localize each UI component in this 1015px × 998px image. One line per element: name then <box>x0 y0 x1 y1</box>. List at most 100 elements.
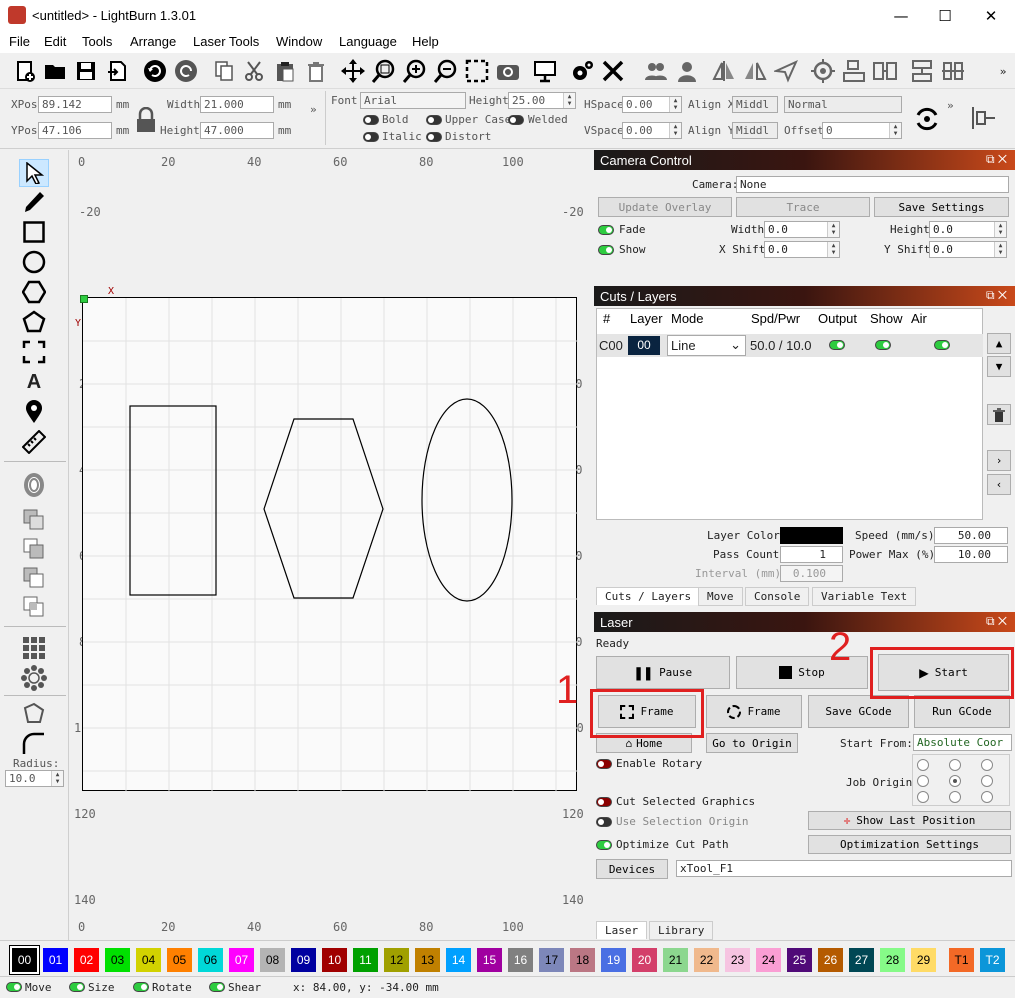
save-settings-button[interactable]: Save Settings <box>874 197 1009 217</box>
text-mode-select[interactable]: Normal <box>784 96 902 113</box>
palette-swatch-t1[interactable]: T1 <box>949 948 974 972</box>
vspace-input[interactable]: 0.00 ▲ ▼ <box>622 122 682 139</box>
palette-swatch-26[interactable]: 26 <box>818 948 843 972</box>
origin-radio[interactable] <box>981 775 993 787</box>
update-overlay-button[interactable]: Update Overlay <box>598 197 732 217</box>
tab-console[interactable]: Console <box>745 587 810 606</box>
delete-icon[interactable] <box>303 57 329 85</box>
corner-radius-icon[interactable] <box>19 730 49 758</box>
origin-radio[interactable] <box>917 775 929 787</box>
user-icon[interactable] <box>674 57 700 85</box>
uppercase-toggle[interactable] <box>426 115 442 125</box>
frame-select-icon[interactable] <box>19 338 49 366</box>
run-gcode-button[interactable]: Run GCode <box>914 695 1010 728</box>
circular-array-icon[interactable] <box>19 664 49 692</box>
show-last-position-button[interactable]: ✛ Show Last Position <box>808 811 1011 830</box>
zoom-frame-icon[interactable] <box>464 57 490 85</box>
tab-laser[interactable]: Laser <box>596 921 648 939</box>
cam-yshift-input[interactable]: 0.0 ▲ ▼ <box>929 241 1007 258</box>
text-tool-icon[interactable]: A <box>19 368 49 396</box>
palette-swatch-24[interactable]: 24 <box>756 948 781 972</box>
tab-cuts-layers[interactable]: Cuts / Layers <box>596 587 701 605</box>
laser-bed[interactable]: X Y <box>75 286 578 792</box>
use-selection-origin-toggle[interactable] <box>596 817 612 827</box>
optimization-settings-button[interactable]: Optimization Settings <box>808 835 1011 854</box>
origin-radio[interactable] <box>949 791 961 803</box>
palette-swatch-22[interactable]: 22 <box>694 948 719 972</box>
size-toggle[interactable] <box>69 982 85 992</box>
cut-selected-toggle[interactable] <box>596 797 612 807</box>
palette-swatch-25[interactable]: 25 <box>787 948 812 972</box>
mirror-horizontal-icon[interactable] <box>711 57 737 85</box>
cam-height-input[interactable]: 0.0 ▲ ▼ <box>929 221 1007 238</box>
palette-swatch-20[interactable]: 20 <box>632 948 657 972</box>
palette-swatch-11[interactable]: 11 <box>353 948 378 972</box>
monitor-icon[interactable] <box>532 57 558 85</box>
start-from-select[interactable]: Absolute Coor <box>913 734 1012 751</box>
lock-icon[interactable] <box>135 106 157 133</box>
cam-width-input[interactable]: 0.0 ▲ ▼ <box>764 221 840 238</box>
menu-language[interactable]: Language <box>339 34 397 49</box>
toolbar-more-icon[interactable]: » <box>995 57 1011 85</box>
origin-radio[interactable] <box>917 759 929 771</box>
expand-right-icon[interactable]: › <box>987 450 1011 471</box>
mode-select[interactable]: Line ⌄ <box>667 335 746 356</box>
distribute-icon[interactable] <box>909 57 935 85</box>
palette-swatch-18[interactable]: 18 <box>570 948 595 972</box>
bold-toggle[interactable] <box>363 115 379 125</box>
menu-arrange[interactable]: Arrange <box>130 34 176 49</box>
grid-array-icon[interactable] <box>19 634 49 662</box>
welded-toggle[interactable] <box>508 115 524 125</box>
camera-icon[interactable] <box>495 57 521 85</box>
import-icon[interactable] <box>104 57 130 85</box>
pass-count-input[interactable]: 1 <box>780 546 843 563</box>
optimize-cut-toggle[interactable] <box>596 840 612 850</box>
camera-select[interactable]: None <box>736 176 1009 193</box>
target-icon[interactable] <box>810 57 836 85</box>
palette-swatch-05[interactable]: 05 <box>167 948 192 972</box>
origin-radio[interactable] <box>917 791 929 803</box>
palette-swatch-02[interactable]: 02 <box>74 948 99 972</box>
menu-tools[interactable]: Tools <box>82 34 112 49</box>
palette-swatch-14[interactable]: 14 <box>446 948 471 972</box>
align-bottom-icon[interactable] <box>940 57 966 85</box>
mirror-vertical-icon[interactable] <box>742 57 768 85</box>
ypos-input[interactable]: 47.106 <box>38 122 112 139</box>
menu-window[interactable]: Window <box>276 34 322 49</box>
palette-swatch-21[interactable]: 21 <box>663 948 688 972</box>
panel-float-close-icon[interactable]: ⧉ ✕ <box>986 152 1007 167</box>
pause-button[interactable]: ❚❚ Pause <box>596 656 730 689</box>
air-toggle[interactable] <box>934 340 950 350</box>
origin-radio[interactable] <box>981 759 993 771</box>
speed-input[interactable]: 50.00 <box>934 527 1008 544</box>
alignx-select[interactable]: Middl <box>732 96 778 113</box>
italic-toggle[interactable] <box>363 132 379 142</box>
paste-icon[interactable] <box>272 57 298 85</box>
palette-swatch-01[interactable]: 01 <box>43 948 68 972</box>
palette-swatch-t2[interactable]: T2 <box>980 948 1005 972</box>
polyline-tool-icon[interactable] <box>19 308 49 336</box>
distort-toggle[interactable] <box>426 132 442 142</box>
menu-laser-tools[interactable]: Laser Tools <box>193 34 259 49</box>
tab-variable-text[interactable]: Variable Text <box>812 587 917 606</box>
undo-icon[interactable] <box>142 57 168 85</box>
cut-icon[interactable] <box>241 57 267 85</box>
output-toggle[interactable] <box>829 340 845 350</box>
copy-icon[interactable] <box>211 57 237 85</box>
go-to-origin-button[interactable]: Go to Origin <box>706 733 798 753</box>
numbar-more-icon[interactable]: » <box>310 103 317 116</box>
collapse-left-icon[interactable]: ‹ <box>987 474 1011 495</box>
text-height-input[interactable]: 25.00 ▲ ▼ <box>508 92 576 109</box>
width-input[interactable]: 21.000 <box>200 96 274 113</box>
palette-swatch-13[interactable]: 13 <box>415 948 440 972</box>
palette-swatch-03[interactable]: 03 <box>105 948 130 972</box>
rectangle-tool-icon[interactable] <box>19 218 49 246</box>
palette-swatch-10[interactable]: 10 <box>322 948 347 972</box>
close-button[interactable]: ✕ <box>968 0 1014 31</box>
rotate-toggle[interactable] <box>133 982 149 992</box>
align-edge-icon[interactable] <box>970 107 1000 129</box>
zoom-in-icon[interactable] <box>402 57 428 85</box>
palette-swatch-00[interactable]: 00 <box>10 946 39 974</box>
save-icon[interactable] <box>73 57 99 85</box>
numbar-more2-icon[interactable]: » <box>947 99 954 112</box>
